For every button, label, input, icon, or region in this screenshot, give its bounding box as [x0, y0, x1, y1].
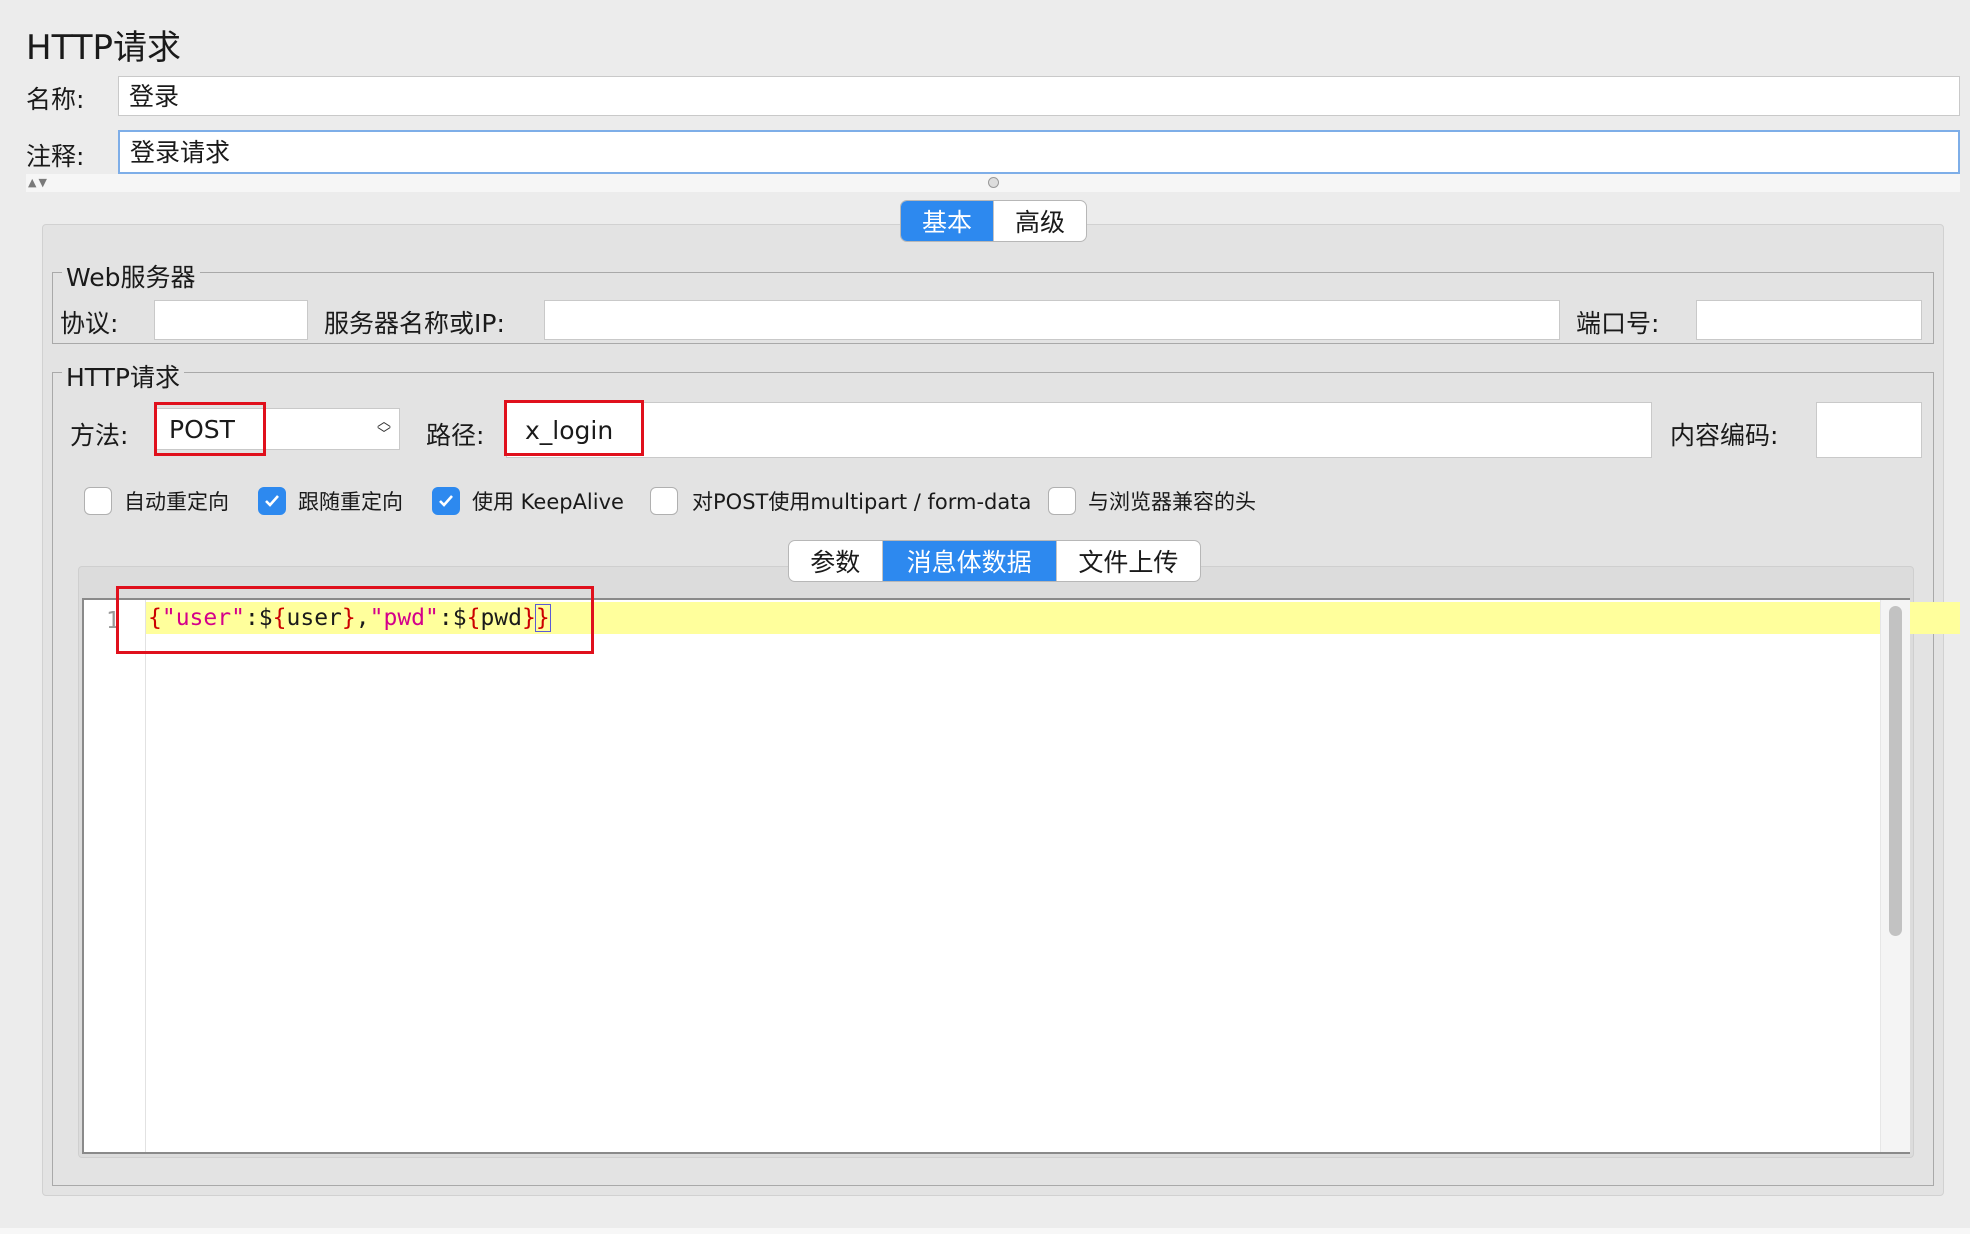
option-label: 与浏览器兼容的头	[1088, 490, 1256, 514]
web-server-legend: Web服务器	[62, 258, 200, 294]
name-label: 名称:	[26, 85, 85, 114]
port-input[interactable]	[1696, 300, 1922, 340]
checkbox-follow-redirect[interactable]	[258, 487, 286, 515]
checkbox-keepalive[interactable]	[432, 487, 460, 515]
name-value: 登录	[129, 81, 180, 111]
editor-scrollbar-thumb[interactable]	[1889, 606, 1902, 936]
comment-value: 登录请求	[130, 137, 231, 167]
line-gutter: 1	[84, 600, 146, 1152]
tab-body-data[interactable]: 消息体数据	[881, 541, 1056, 581]
protocol-input[interactable]	[154, 300, 308, 340]
spinner-arrows-icon[interactable]: ︿ ﹀	[377, 416, 391, 442]
name-input[interactable]: 登录	[118, 76, 1960, 116]
comment-input[interactable]: 登录请求	[118, 130, 1960, 174]
path-highlight	[504, 400, 644, 456]
http-request-legend: HTTP请求	[62, 358, 184, 394]
bottom-strip	[0, 1228, 1970, 1234]
option-label: 使用 KeepAlive	[472, 490, 624, 514]
tab-advanced[interactable]: 高级	[993, 201, 1086, 241]
tab-basic[interactable]: 基本	[901, 201, 993, 241]
option-multipart[interactable]: 对POST使用multipart / form-data	[650, 486, 1031, 516]
path-label: 路径:	[426, 421, 485, 450]
server-label: 服务器名称或IP:	[324, 309, 505, 338]
option-label: 自动重定向	[124, 490, 229, 514]
option-label: 对POST使用multipart / form-data	[692, 490, 1032, 514]
port-label: 端口号:	[1576, 309, 1660, 338]
option-label: 跟随重定向	[298, 490, 403, 514]
checkbox-multipart[interactable]	[650, 487, 678, 515]
protocol-label: 协议:	[60, 309, 119, 338]
method-highlight	[154, 402, 266, 456]
server-input[interactable]	[544, 300, 1560, 340]
path-input[interactable]: x_login	[506, 402, 1652, 458]
tab-file-upload[interactable]: 文件上传	[1055, 541, 1200, 581]
option-auto-redirect[interactable]: 自动重定向	[84, 486, 229, 516]
body-highlight	[116, 586, 594, 654]
editor-scrollbar-track[interactable]	[1880, 600, 1910, 1152]
body-tabbar: 参数 消息体数据 文件上传	[788, 540, 1201, 582]
collapse-arrows-icon[interactable]: ▲▼	[28, 176, 49, 189]
tab-parameters[interactable]: 参数	[789, 541, 882, 581]
main-tabbar: 基本 高级	[900, 200, 1087, 242]
method-label: 方法:	[70, 421, 129, 450]
checkbox-browser-headers[interactable]	[1048, 487, 1076, 515]
option-follow-redirect[interactable]: 跟随重定向	[258, 486, 403, 516]
encoding-label: 内容编码:	[1670, 421, 1779, 450]
option-keepalive[interactable]: 使用 KeepAlive	[432, 486, 624, 516]
page-title: HTTP请求	[26, 28, 182, 68]
splitter-handle-icon[interactable]	[988, 177, 999, 188]
option-browser-headers[interactable]: 与浏览器兼容的头	[1048, 486, 1256, 516]
checkbox-auto-redirect[interactable]	[84, 487, 112, 515]
comment-label: 注释:	[26, 142, 85, 171]
encoding-input[interactable]	[1816, 402, 1922, 458]
body-editor[interactable]: 1 {"user":${user},"pwd":${pwd}}	[82, 598, 1960, 1154]
